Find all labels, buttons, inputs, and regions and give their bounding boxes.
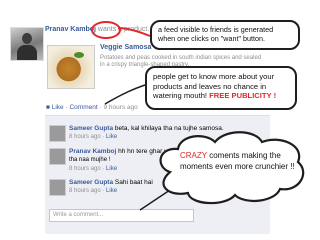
commenter-name[interactable]: Sameer Gupta <box>69 179 113 186</box>
free-publicity-highlight: FREE PUBLICITY ! <box>209 91 277 100</box>
commenter-name[interactable]: Pranav Kamboj <box>69 148 116 155</box>
samosa-photo[interactable] <box>47 45 95 89</box>
garnish-leaf <box>74 52 84 58</box>
post-time: 9 hours ago <box>103 104 138 111</box>
comment-time: 8 hours ago <box>69 134 101 140</box>
product-page-link[interactable]: Veggie Samosa <box>100 44 151 51</box>
comment-like-link[interactable]: Like <box>106 188 117 194</box>
author-name-link[interactable]: Pranav Kamboj <box>45 26 96 33</box>
annotation-cloud-text: CRAZY coments making the moments even mo… <box>180 150 300 172</box>
avatar-body <box>17 45 37 60</box>
product-description: Potatoes and peas cooked in south indian… <box>100 55 262 61</box>
comment-text: Sahi baat hai <box>114 179 153 186</box>
post-action-bar: ■ Like · Comment · 9 hours ago <box>46 104 138 111</box>
commenter-avatar[interactable] <box>49 148 66 165</box>
write-comment-input[interactable]: Write a comment... <box>49 209 194 222</box>
commenter-avatar[interactable] <box>49 179 66 196</box>
crazy-word: CRAZY <box>180 151 207 160</box>
separator-dot-2: · <box>99 104 102 111</box>
object-text: a product. <box>118 26 150 33</box>
comment-meta: 8 hours ago · Like <box>69 166 118 172</box>
comment-text-cont: tha naa mujhe ! <box>69 157 111 163</box>
commenter-name[interactable]: Sameer Gupta <box>69 125 113 132</box>
author-avatar[interactable] <box>10 27 44 61</box>
comment-like-link[interactable]: Like <box>106 166 117 172</box>
comment-link[interactable]: Comment <box>69 104 97 111</box>
comment-meta: 8 hours ago · Like <box>69 188 118 194</box>
avatar-head <box>22 33 32 44</box>
like-icon[interactable]: ■ <box>46 104 50 111</box>
annotation-publicity-box: people get to know more about your produ… <box>145 66 297 110</box>
comment-meta: 8 hours ago · Like <box>69 134 118 140</box>
comment-time: 8 hours ago <box>69 166 101 172</box>
wants-highlight-circle <box>91 21 121 39</box>
annotation-feed-box: a feed visible to friends is generated w… <box>150 20 300 50</box>
comment-time: 8 hours ago <box>69 188 101 194</box>
comment-body: Sameer Gupta Sahi baat hai <box>69 179 153 186</box>
comment-like-link[interactable]: Like <box>106 134 117 140</box>
commenter-avatar[interactable] <box>49 125 66 142</box>
like-link[interactable]: Like <box>52 104 64 111</box>
separator-dot: · <box>65 104 68 111</box>
